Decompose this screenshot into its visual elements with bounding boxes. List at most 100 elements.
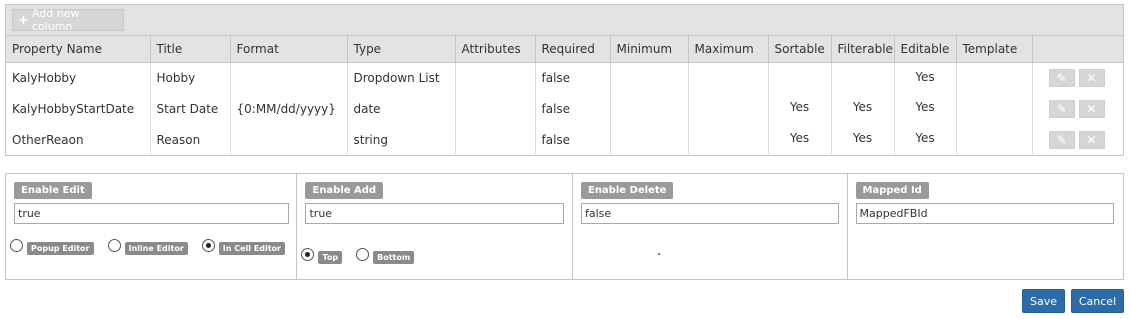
enable-edit-field[interactable] [14, 203, 289, 224]
column-header[interactable]: Editable [894, 36, 957, 63]
cell-required: false [535, 62, 611, 93]
enable-add-field[interactable] [305, 203, 565, 224]
edit-row-button[interactable]: ✎ [1048, 99, 1075, 118]
radio-button[interactable] [10, 239, 23, 252]
radio-button[interactable] [107, 239, 121, 252]
enable-edit-label: Enable Edit [14, 182, 92, 199]
enable-edit-section: Enable Edit Popup Editor Inline Editor I… [6, 174, 298, 279]
cell-editable: Yes [894, 62, 957, 93]
save-button[interactable]: Save [1022, 289, 1065, 313]
table-row[interactable]: OtherReaon Reason string false Yes Yes Y… [6, 124, 1123, 155]
table-row[interactable]: KalyHobby Hobby Dropdown List false Yes … [6, 62, 1123, 93]
pencil-icon: ✎ [1056, 132, 1067, 147]
cell-property-name: KalyHobby [6, 62, 151, 93]
columns-table: Property Name Title Format Type Attribut… [6, 36, 1123, 155]
column-header[interactable]: Sortable [768, 36, 832, 63]
cell-required: false [535, 93, 611, 124]
plus-icon: + [18, 12, 29, 28]
cell-maximum [688, 93, 769, 124]
radio-button-selected[interactable] [201, 239, 215, 252]
radio-label: In Cell Editor [218, 242, 285, 255]
cell-property-name: KalyHobbyStartDate [6, 93, 151, 124]
column-header[interactable]: Property Name [6, 36, 151, 63]
cell-actions: ✎ ✕ [1032, 93, 1123, 124]
column-header[interactable]: Minimum [610, 36, 689, 63]
column-header[interactable]: Type [347, 36, 456, 63]
cell-title: Hobby [150, 62, 231, 93]
enable-delete-field[interactable] [580, 203, 839, 224]
column-header[interactable]: Attributes [455, 36, 536, 63]
columns-grid: + Add new column Property Name Title For… [5, 4, 1124, 156]
delete-row-button[interactable]: ✕ [1078, 68, 1105, 87]
cell-filterable: Yes [831, 124, 895, 155]
table-row[interactable]: KalyHobbyStartDate Start Date {0:MM/dd/y… [6, 93, 1123, 124]
cell-actions: ✎ ✕ [1032, 124, 1123, 155]
cell-template [956, 124, 1033, 155]
radio-button-selected[interactable] [301, 248, 315, 261]
cell-title: Start Date [150, 93, 231, 124]
artifact-dot [657, 253, 660, 255]
column-header[interactable]: Title [150, 36, 231, 63]
cell-filterable [831, 62, 895, 93]
column-header[interactable]: Required [535, 36, 611, 63]
cell-maximum [688, 124, 769, 155]
cell-template [956, 93, 1033, 124]
cell-attributes [455, 93, 536, 124]
mapped-id-section: Mapped Id [848, 174, 1124, 279]
table-header-row: Property Name Title Format Type Attribut… [6, 36, 1123, 63]
radio-in-cell-editor[interactable]: In Cell Editor [201, 238, 285, 255]
mapped-id-field[interactable] [855, 203, 1114, 224]
column-header[interactable]: Filterable [831, 36, 895, 63]
cell-format [230, 124, 348, 155]
cell-template [956, 62, 1033, 93]
enable-add-label: Enable Add [305, 182, 384, 199]
radio-label: Top [318, 251, 343, 264]
enable-delete-section: Enable Delete [573, 174, 848, 279]
cell-editable: Yes [894, 93, 957, 124]
column-header[interactable]: Maximum [688, 36, 769, 63]
cell-property-name: OtherReaon [6, 124, 151, 155]
radio-top[interactable]: Top [301, 247, 343, 264]
cell-format: {0:MM/dd/yyyy} [230, 93, 348, 124]
cell-sortable: Yes [768, 93, 832, 124]
add-new-column-button[interactable]: + Add new column [12, 7, 124, 33]
cell-format [230, 62, 348, 93]
enable-delete-label: Enable Delete [580, 182, 674, 199]
cell-filterable: Yes [831, 93, 895, 124]
delete-row-button[interactable]: ✕ [1078, 130, 1105, 149]
cancel-button[interactable]: Cancel [1071, 289, 1124, 313]
add-new-column-label: Add new column [31, 7, 80, 33]
cell-minimum [610, 62, 689, 93]
cell-sortable: Yes [768, 124, 832, 155]
column-header[interactable]: Format [230, 36, 348, 63]
grid-toolbar: + Add new column [6, 5, 1123, 36]
close-icon: ✕ [1086, 101, 1097, 116]
radio-popup-editor[interactable]: Popup Editor [10, 238, 94, 255]
cell-type: Dropdown List [347, 62, 456, 93]
pencil-icon: ✎ [1056, 70, 1067, 85]
radio-label: Popup Editor [27, 242, 94, 255]
cell-title: Reason [150, 124, 231, 155]
radio-button[interactable] [356, 248, 370, 261]
radio-inline-editor[interactable]: Inline Editor [107, 238, 188, 255]
cell-maximum [688, 62, 769, 93]
cell-required: false [535, 124, 611, 155]
cell-minimum [610, 124, 689, 155]
radio-label: Bottom [373, 251, 415, 264]
grid-settings-panel: Enable Edit Popup Editor Inline Editor I… [5, 173, 1124, 280]
delete-row-button[interactable]: ✕ [1078, 99, 1105, 118]
column-header-actions [1032, 36, 1123, 63]
column-header[interactable]: Template [956, 36, 1033, 63]
cell-minimum [610, 93, 689, 124]
cell-actions: ✎ ✕ [1032, 62, 1123, 93]
add-position-radio-group: Top Bottom [301, 247, 428, 264]
radio-bottom[interactable]: Bottom [356, 247, 415, 264]
radio-label: Inline Editor [124, 242, 188, 255]
cell-attributes [455, 62, 536, 93]
cell-attributes [455, 124, 536, 155]
edit-row-button[interactable]: ✎ [1048, 68, 1075, 87]
cell-sortable [768, 62, 832, 93]
cell-type: string [347, 124, 456, 155]
edit-row-button[interactable]: ✎ [1048, 130, 1075, 149]
cell-editable: Yes [894, 124, 957, 155]
